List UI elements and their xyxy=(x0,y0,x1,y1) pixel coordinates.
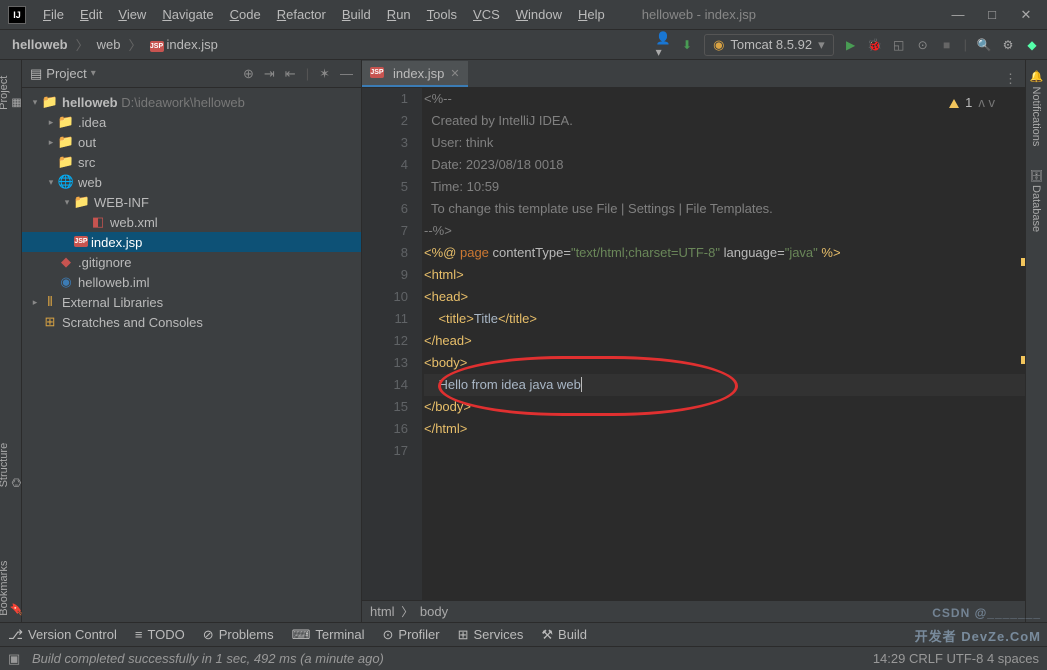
tree-root[interactable]: ▾📁helloweb D:\ideawork\helloweb xyxy=(22,92,361,112)
error-stripe[interactable] xyxy=(1013,88,1025,600)
bookmarks-tool-button[interactable]: 🔖 Bookmarks xyxy=(0,553,23,622)
title-bar: IJ FileEditViewNavigateCodeRefactorBuild… xyxy=(0,0,1047,30)
code-content[interactable]: 1 ʌ v <%-- Created by IntelliJ IDEA. Use… xyxy=(422,88,1025,600)
profile-button[interactable]: ⊙ xyxy=(916,38,930,52)
status-message: Build completed successfully in 1 sec, 4… xyxy=(32,651,384,666)
menu-refactor[interactable]: Refactor xyxy=(270,4,333,25)
panel-settings-icon[interactable]: ✶ xyxy=(319,66,330,82)
stop-button[interactable]: ■ xyxy=(940,38,954,52)
run-config-selector[interactable]: ◉ Tomcat 8.5.92▾ xyxy=(704,34,834,56)
tab-options-icon[interactable]: ⋮ xyxy=(996,71,1025,87)
close-tab-icon[interactable]: ✕ xyxy=(450,67,459,80)
breadcrumb: helloweb 〉 web 〉 JSPindex.jsp xyxy=(8,35,222,55)
breadcrumb-item[interactable]: web xyxy=(93,35,125,54)
tool-todo[interactable]: ≡TODO xyxy=(135,627,185,642)
navigation-bar: helloweb 〉 web 〉 JSPindex.jsp 👤▾ ⬇ ◉ Tom… xyxy=(0,30,1047,60)
bottom-tool-bar: ⎇Version Control ≡TODO ⊘Problems ⌨Terminal ⊙… xyxy=(0,622,1047,646)
status-bar: ▣ Build completed successfully in 1 sec,… xyxy=(0,646,1047,670)
left-tool-strip: ▦ Project ⌬ Structure 🔖 Bookmarks xyxy=(0,60,22,622)
editor-breadcrumb[interactable]: html 〉 body xyxy=(362,600,1025,622)
build-icon[interactable]: ⬇ xyxy=(680,38,694,52)
tool-problems[interactable]: ⊘Problems xyxy=(203,627,274,643)
project-panel: ▤ Project ▾ ⊕ ⇥ ⇤ | ✶ — ▾📁helloweb D:\id… xyxy=(22,60,362,622)
breadcrumb-item[interactable]: helloweb xyxy=(8,35,72,54)
tool-services[interactable]: ⊞Services xyxy=(458,627,524,643)
debug-button[interactable]: 🐞 xyxy=(868,38,882,52)
project-tree[interactable]: ▾📁helloweb D:\ideawork\helloweb ▸📁.idea … xyxy=(22,88,361,622)
tree-file-gitignore[interactable]: ◆.gitignore xyxy=(22,252,361,272)
menu-vcs[interactable]: VCS xyxy=(466,4,507,25)
run-button[interactable]: ▶ xyxy=(844,38,858,52)
expand-all-icon[interactable]: ⇥ xyxy=(264,66,275,82)
tree-folder-out[interactable]: ▸📁out xyxy=(22,132,361,152)
hide-panel-icon[interactable]: — xyxy=(340,66,353,82)
menu-navigate[interactable]: Navigate xyxy=(155,4,220,25)
status-icon[interactable]: ▣ xyxy=(8,651,24,667)
app-logo-icon: IJ xyxy=(8,6,26,24)
status-right[interactable]: 14:29 CRLF UTF-8 4 spaces xyxy=(873,651,1039,666)
tool-version-control[interactable]: ⎇Version Control xyxy=(8,627,117,643)
menu-run[interactable]: Run xyxy=(380,4,418,25)
tree-file-indexjsp[interactable]: JSPindex.jsp xyxy=(22,232,361,252)
tree-folder-idea[interactable]: ▸📁.idea xyxy=(22,112,361,132)
tree-folder-src[interactable]: 📁src xyxy=(22,152,361,172)
inspection-widget[interactable]: 1 ʌ v xyxy=(949,92,995,114)
select-opened-icon[interactable]: ⊕ xyxy=(243,66,254,82)
tool-build[interactable]: ⚒Build xyxy=(541,627,587,643)
menu-help[interactable]: Help xyxy=(571,4,612,25)
jsp-icon: JSP xyxy=(370,67,384,78)
tree-folder-web[interactable]: ▾🌐web xyxy=(22,172,361,192)
warning-icon xyxy=(949,99,959,108)
tree-external-libraries[interactable]: ▸⫴External Libraries xyxy=(22,292,361,312)
jsp-icon: JSP xyxy=(150,41,164,52)
editor-tab-bar: JSP index.jsp ✕ ⋮ xyxy=(362,60,1025,88)
structure-tool-button[interactable]: ⌬ Structure xyxy=(0,436,23,493)
database-tool-button[interactable]: 🗄 Database xyxy=(1030,162,1043,238)
menu-build[interactable]: Build xyxy=(335,4,378,25)
menu-window[interactable]: Window xyxy=(509,4,569,25)
tool-profiler[interactable]: ⊙Profiler xyxy=(383,627,440,643)
right-tool-strip: 🔔 Notifications 🗄 Database xyxy=(1025,60,1047,622)
project-icon: ▤ xyxy=(30,66,42,82)
menu-edit[interactable]: Edit xyxy=(73,4,109,25)
close-button[interactable]: ✕ xyxy=(1019,7,1033,23)
breadcrumb-item[interactable]: JSPindex.jsp xyxy=(146,35,222,55)
jsp-icon: JSP xyxy=(74,236,88,247)
line-gutter[interactable]: 1234567891011121314151617 xyxy=(362,88,422,600)
search-icon[interactable]: 🔍 xyxy=(977,38,991,52)
maximize-button[interactable]: □ xyxy=(985,7,999,23)
tree-file-webxml[interactable]: ◧web.xml xyxy=(22,212,361,232)
collapse-all-icon[interactable]: ⇤ xyxy=(285,66,296,82)
plugins-icon[interactable]: ◆ xyxy=(1025,38,1039,52)
editor-area: JSP index.jsp ✕ ⋮ 1234567891011121314151… xyxy=(362,60,1025,622)
project-tool-button[interactable]: ▦ Project xyxy=(0,64,23,116)
tomcat-icon: ◉ xyxy=(713,37,724,53)
tool-terminal[interactable]: ⌨Terminal xyxy=(292,627,365,643)
editor-tab[interactable]: JSP index.jsp ✕ xyxy=(362,61,468,87)
tree-file-iml[interactable]: ◉helloweb.iml xyxy=(22,272,361,292)
menu-view[interactable]: View xyxy=(111,4,153,25)
menu-file[interactable]: File xyxy=(36,4,71,25)
notifications-tool-button[interactable]: 🔔 Notifications xyxy=(1030,64,1043,152)
coverage-button[interactable]: ◱ xyxy=(892,38,906,52)
tree-scratches[interactable]: ⊞Scratches and Consoles xyxy=(22,312,361,332)
project-view-selector[interactable]: ▤ Project ▾ xyxy=(30,66,96,82)
code-editor[interactable]: 1234567891011121314151617 1 ʌ v <%-- Cre… xyxy=(362,88,1025,600)
settings-icon[interactable]: ⚙ xyxy=(1001,38,1015,52)
users-icon[interactable]: 👤▾ xyxy=(656,38,670,52)
window-title: helloweb - index.jsp xyxy=(612,7,951,22)
main-menu: FileEditViewNavigateCodeRefactorBuildRun… xyxy=(36,4,612,25)
minimize-button[interactable]: — xyxy=(951,7,965,23)
menu-tools[interactable]: Tools xyxy=(420,4,464,25)
tree-folder-webinf[interactable]: ▾📁WEB-INF xyxy=(22,192,361,212)
menu-code[interactable]: Code xyxy=(223,4,268,25)
